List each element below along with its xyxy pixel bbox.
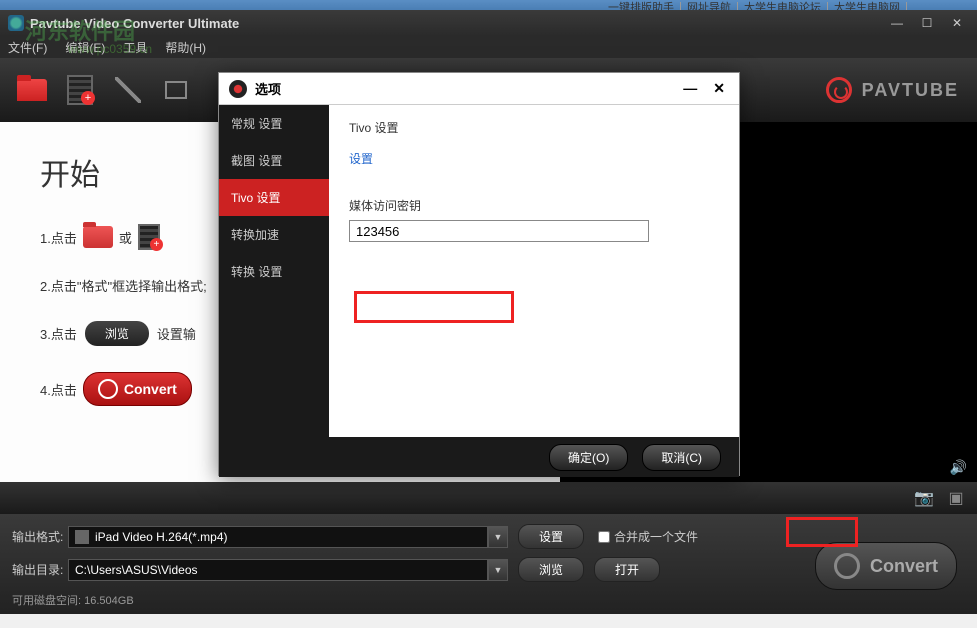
brand-logo-area: PAVTUBE xyxy=(826,77,959,103)
menu-edit[interactable]: 编辑(E) xyxy=(65,39,105,56)
format-dropdown-button[interactable]: ▼ xyxy=(488,526,508,548)
dialog-title: 选项 xyxy=(255,79,281,98)
pavtube-logo-icon xyxy=(826,77,852,103)
output-label: 输出目录: xyxy=(12,561,68,578)
format-icon xyxy=(75,530,89,544)
app-title: Pavtube Video Converter Ultimate xyxy=(30,16,239,31)
film-add-icon[interactable] xyxy=(138,224,160,250)
dialog-close-button[interactable]: ✕ xyxy=(709,80,729,97)
format-select[interactable]: iPad Video H.264(*.mp4) xyxy=(68,526,488,548)
app-titlebar: Pavtube Video Converter Ultimate — ☐ ✕ xyxy=(0,10,977,36)
dialog-sidebar: 常规 设置 截图 设置 Tivo 设置 转换加速 转换 设置 xyxy=(219,105,329,437)
minimize-button[interactable]: — xyxy=(885,15,909,31)
merge-checkbox[interactable]: 合并成一个文件 xyxy=(598,528,698,545)
crop-button[interactable] xyxy=(156,70,196,110)
ok-button[interactable]: 确定(O) xyxy=(549,444,628,471)
dialog-minimize-button[interactable]: — xyxy=(679,80,701,97)
sidebar-item-convert[interactable]: 转换 设置 xyxy=(219,253,329,290)
menu-file[interactable]: 文件(F) xyxy=(8,39,47,56)
browse-button[interactable]: 浏览 xyxy=(85,321,149,346)
open-output-button[interactable]: 打开 xyxy=(594,557,660,582)
dialog-footer: 确定(O) 取消(C) xyxy=(219,437,739,477)
pen-icon xyxy=(115,77,141,103)
close-button[interactable]: ✕ xyxy=(945,15,969,31)
dialog-icon xyxy=(229,80,247,98)
output-path[interactable]: C:\Users\ASUS\Videos xyxy=(68,559,488,581)
content-heading: Tivo 设置 xyxy=(349,119,719,136)
bottom-panel: 输出格式: iPad Video H.264(*.mp4) ▼ 设置 合并成一个… xyxy=(0,514,977,614)
sidebar-item-tivo[interactable]: Tivo 设置 xyxy=(219,179,329,216)
folder-icon[interactable] xyxy=(83,226,113,248)
volume-icon[interactable]: 🔊 xyxy=(950,459,967,476)
sidebar-item-screenshot[interactable]: 截图 设置 xyxy=(219,142,329,179)
main-convert-button[interactable]: Convert xyxy=(815,542,957,590)
convert-button[interactable]: Convert xyxy=(83,372,192,406)
disk-space: 可用磁盘空间: 16.504GB xyxy=(12,590,965,610)
browse-output-button[interactable]: 浏览 xyxy=(518,557,584,582)
options-dialog: 选项 — ✕ 常规 设置 截图 设置 Tivo 设置 转换加速 转换 设置 Ti… xyxy=(218,72,740,476)
content-subtitle: 设置 xyxy=(349,150,719,167)
settings-button[interactable]: 设置 xyxy=(518,524,584,549)
format-label: 输出格式: xyxy=(12,528,68,545)
edit-button[interactable] xyxy=(108,70,148,110)
menu-help[interactable]: 帮助(H) xyxy=(165,39,206,56)
convert-icon xyxy=(98,379,118,399)
playback-bar: 📷 ▣ xyxy=(0,482,977,514)
snapshot-button[interactable]: 📷 xyxy=(913,487,935,509)
open-folder-button[interactable] xyxy=(12,70,52,110)
sidebar-item-general[interactable]: 常规 设置 xyxy=(219,105,329,142)
media-key-input[interactable] xyxy=(349,220,649,242)
merge-checkbox-input[interactable] xyxy=(598,531,610,543)
crop-icon xyxy=(165,81,187,99)
dialog-titlebar: 选项 — ✕ xyxy=(219,73,739,105)
media-key-label: 媒体访问密钥 xyxy=(349,197,719,214)
cancel-button[interactable]: 取消(C) xyxy=(642,444,721,471)
dialog-content: Tivo 设置 设置 媒体访问密钥 xyxy=(329,105,739,437)
film-add-icon xyxy=(67,75,93,105)
sidebar-item-accel[interactable]: 转换加速 xyxy=(219,216,329,253)
convert-icon xyxy=(834,553,860,579)
app-icon xyxy=(8,15,24,31)
folder-open-button[interactable]: ▣ xyxy=(945,487,967,509)
folder-icon xyxy=(17,79,47,101)
menu-tools[interactable]: 工具 xyxy=(123,39,147,56)
add-video-button[interactable] xyxy=(60,70,100,110)
output-dropdown-button[interactable]: ▼ xyxy=(488,559,508,581)
menubar: 文件(F) 编辑(E) 工具 帮助(H) xyxy=(0,36,977,58)
maximize-button[interactable]: ☐ xyxy=(915,15,939,31)
